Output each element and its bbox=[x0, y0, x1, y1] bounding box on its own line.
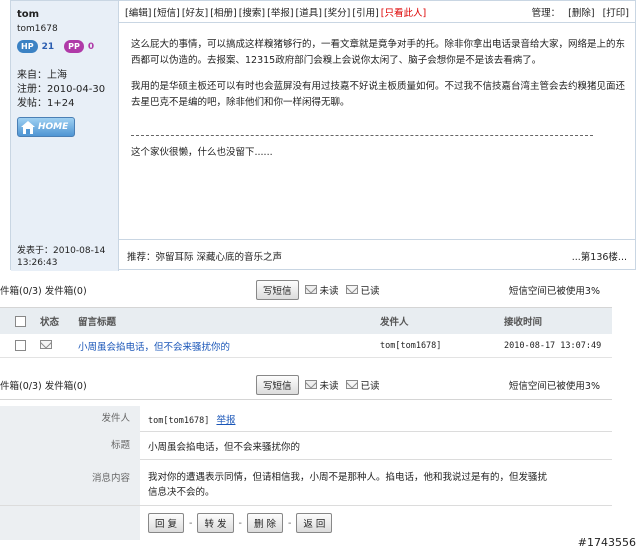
hp-value: 21 bbox=[41, 41, 55, 52]
admin-label: 管理： bbox=[531, 7, 561, 19]
admin-delete[interactable]: [删除] bbox=[568, 5, 594, 19]
actions-label-cell bbox=[0, 506, 140, 540]
post-content: 这么屁大的事情，可以搞成这样糗猪够行的，一看文章就是竟争对手的托。除非你拿出电话… bbox=[119, 23, 635, 111]
mailbox-counts[interactable]: 件箱(0/3) 发件箱(0) bbox=[0, 378, 256, 392]
post-toolbar: [编辑] [短信] [好友] [相册] [搜索] [举报] [道具] [奖分] … bbox=[119, 1, 635, 23]
write-message-button[interactable]: 写短信 bbox=[256, 374, 299, 395]
posted-at: 发表于：2010-08-14 13:26:43 bbox=[17, 245, 105, 269]
admin-print[interactable]: [打印] bbox=[603, 5, 629, 19]
sender-value-cell: tom[tom1678] 举报 bbox=[140, 412, 612, 426]
unread-envelope-icon bbox=[304, 380, 317, 389]
mailbox-counts[interactable]: 件箱(0/3) 发件箱(0) bbox=[0, 283, 256, 297]
sender-row: 发件人 tom[tom1678] 举报 bbox=[0, 405, 612, 432]
posted-date: 发表于：2010-08-14 bbox=[17, 246, 106, 256]
row-checkbox[interactable] bbox=[14, 340, 26, 351]
author-registered: 注册：2010-04-30 bbox=[17, 84, 106, 95]
report-link[interactable]: 举报 bbox=[216, 415, 235, 426]
read-label: 已读 bbox=[360, 285, 380, 297]
forum-post: tom tom1678 HP 21 PP 0 来自：上海 注册：2010-04-… bbox=[10, 0, 636, 271]
author-post-count: 发帖：1+24 bbox=[17, 98, 75, 109]
posted-time: 13:26:43 bbox=[17, 258, 58, 268]
signature: 这个家伙很懒，什么也没留下...... bbox=[131, 147, 273, 158]
read-envelope-icon bbox=[345, 285, 358, 294]
home-button[interactable]: HOME bbox=[17, 117, 75, 137]
unread-label: 未读 bbox=[319, 380, 339, 392]
unread-envelope-icon bbox=[304, 285, 317, 294]
select-all-checkbox[interactable] bbox=[14, 315, 26, 327]
sender-label: 发件人 bbox=[0, 405, 140, 432]
toolbar-search[interactable]: [搜索] bbox=[239, 5, 265, 19]
recommend-link[interactable]: 推荐：弥留耳际 深藏心底的音乐之声 bbox=[127, 249, 282, 263]
message-actions: 回 复 - 转 发 - 删 除 - 返 回 bbox=[140, 513, 612, 533]
floor-number: ...第136楼... bbox=[571, 251, 627, 263]
forward-button[interactable]: 转 发 bbox=[197, 513, 234, 533]
sender-value[interactable]: tom[tom1678] bbox=[148, 416, 209, 426]
unread-label: 未读 bbox=[319, 285, 339, 297]
home-button-label: HOME bbox=[38, 122, 69, 132]
delete-button[interactable]: 删 除 bbox=[246, 513, 283, 533]
pp-badge: PP bbox=[64, 40, 84, 53]
storage-usage: 短信空间已被使用3% bbox=[508, 285, 600, 297]
message-time: 2010-08-17 13:07:49 bbox=[504, 340, 602, 351]
hp-badge: HP bbox=[17, 40, 38, 53]
separator: - bbox=[238, 517, 242, 529]
read-label: 已读 bbox=[360, 380, 380, 392]
post-body: [编辑] [短信] [好友] [相册] [搜索] [举报] [道具] [奖分] … bbox=[119, 1, 635, 271]
author-id: tom1678 bbox=[17, 24, 58, 34]
title-row: 标题 小周虽会掐电话，但不会来骚扰你的 bbox=[0, 431, 612, 460]
pp-value: 0 bbox=[87, 41, 95, 52]
author-from: 来自：上海 bbox=[17, 70, 67, 81]
message-title-link[interactable]: 小周虽会掐电话，但不会来骚扰你的 bbox=[78, 339, 380, 353]
col-title: 留言标题 bbox=[78, 317, 117, 328]
author-name[interactable]: tom bbox=[17, 9, 112, 20]
admin-tools: 管理： [删除] [打印] bbox=[532, 5, 629, 19]
toolbar-album[interactable]: [相册] bbox=[210, 5, 236, 19]
image-watermark: #1743556 bbox=[577, 536, 636, 549]
separator: - bbox=[287, 517, 292, 529]
read-legend: 未读 已读 bbox=[304, 283, 380, 297]
message-detail-panel: 件箱(0/3) 发件箱(0) 写短信 未读 已读 短信空间已被使用3% 发件人 … bbox=[0, 370, 612, 553]
actions-row: 回 复 - 转 发 - 删 除 - 返 回 bbox=[0, 506, 612, 540]
toolbar-friend[interactable]: [好友] bbox=[182, 5, 208, 19]
toolbar-quote[interactable]: [引用] bbox=[352, 5, 378, 19]
reply-button[interactable]: 回 复 bbox=[148, 513, 185, 533]
col-status: 状态 bbox=[40, 317, 60, 328]
read-envelope-icon bbox=[345, 380, 358, 389]
content-label: 消息内容 bbox=[0, 460, 140, 505]
read-legend: 未读 已读 bbox=[304, 378, 380, 392]
storage-usage: 短信空间已被使用3% bbox=[508, 380, 600, 392]
col-time: 接收时间 bbox=[504, 317, 543, 328]
toolbar-message[interactable]: [短信] bbox=[153, 5, 179, 19]
post-paragraph-2: 我用的是华硕主板还可以有时也会蓝屏没有用过技嘉不好说主板质量如何。不过我不信技嘉… bbox=[131, 81, 626, 108]
content-value: 我对你的遭遇表示同情，但请相信我，小周不是那种人。掐电话，他和我说过是有的，但发… bbox=[148, 472, 548, 498]
toolbar-reward[interactable]: [奖分] bbox=[324, 5, 350, 19]
title-value: 小周虽会掐电话，但不会来骚扰你的 bbox=[148, 441, 301, 453]
read-envelope-icon bbox=[40, 339, 52, 349]
author-points: HP 21 PP 0 bbox=[17, 40, 112, 53]
house-icon bbox=[21, 120, 35, 134]
toolbar-edit[interactable]: [编辑] bbox=[125, 5, 151, 19]
toolbar-only-this-user[interactable]: [只看此人] bbox=[381, 5, 426, 19]
author-meta: 来自：上海 注册：2010-04-30 发帖：1+24 bbox=[17, 69, 112, 111]
table-row[interactable]: 小周虽会掐电话，但不会来骚扰你的 tom[tom1678] 2010-08-17… bbox=[0, 334, 612, 358]
back-button[interactable]: 返 回 bbox=[296, 513, 333, 533]
content-row: 消息内容 我对你的遭遇表示同情，但请相信我，小周不是那种人。掐电话，他和我说过是… bbox=[0, 460, 612, 506]
col-sender: 发件人 bbox=[380, 317, 409, 328]
inbox-panel: 件箱(0/3) 发件箱(0) 写短信 未读 已读 短信空间已被使用3% 状态 留… bbox=[0, 272, 612, 368]
toolbar-report[interactable]: [举报] bbox=[267, 5, 293, 19]
author-panel: tom tom1678 HP 21 PP 0 来自：上海 注册：2010-04-… bbox=[11, 1, 119, 271]
separator: - bbox=[189, 517, 193, 529]
write-message-button[interactable]: 写短信 bbox=[256, 279, 299, 300]
post-footer: 推荐：弥留耳际 深藏心底的音乐之声 ...第136楼... bbox=[119, 239, 635, 271]
detail-toolbar: 件箱(0/3) 发件箱(0) 写短信 未读 已读 短信空间已被使用3% bbox=[0, 370, 612, 400]
inbox-toolbar: 件箱(0/3) 发件箱(0) 写短信 未读 已读 短信空间已被使用3% bbox=[0, 272, 612, 308]
inbox-table-header: 状态 留言标题 发件人 接收时间 bbox=[0, 308, 612, 334]
message-sender: tom[tom1678] bbox=[380, 340, 442, 351]
title-label: 标题 bbox=[0, 431, 140, 460]
post-paragraph-1: 这么屁大的事情，可以搞成这样糗猪够行的，一看文章就是竟争对手的托。除非你拿出电话… bbox=[131, 39, 626, 66]
toolbar-items[interactable]: [道具] bbox=[296, 5, 322, 19]
